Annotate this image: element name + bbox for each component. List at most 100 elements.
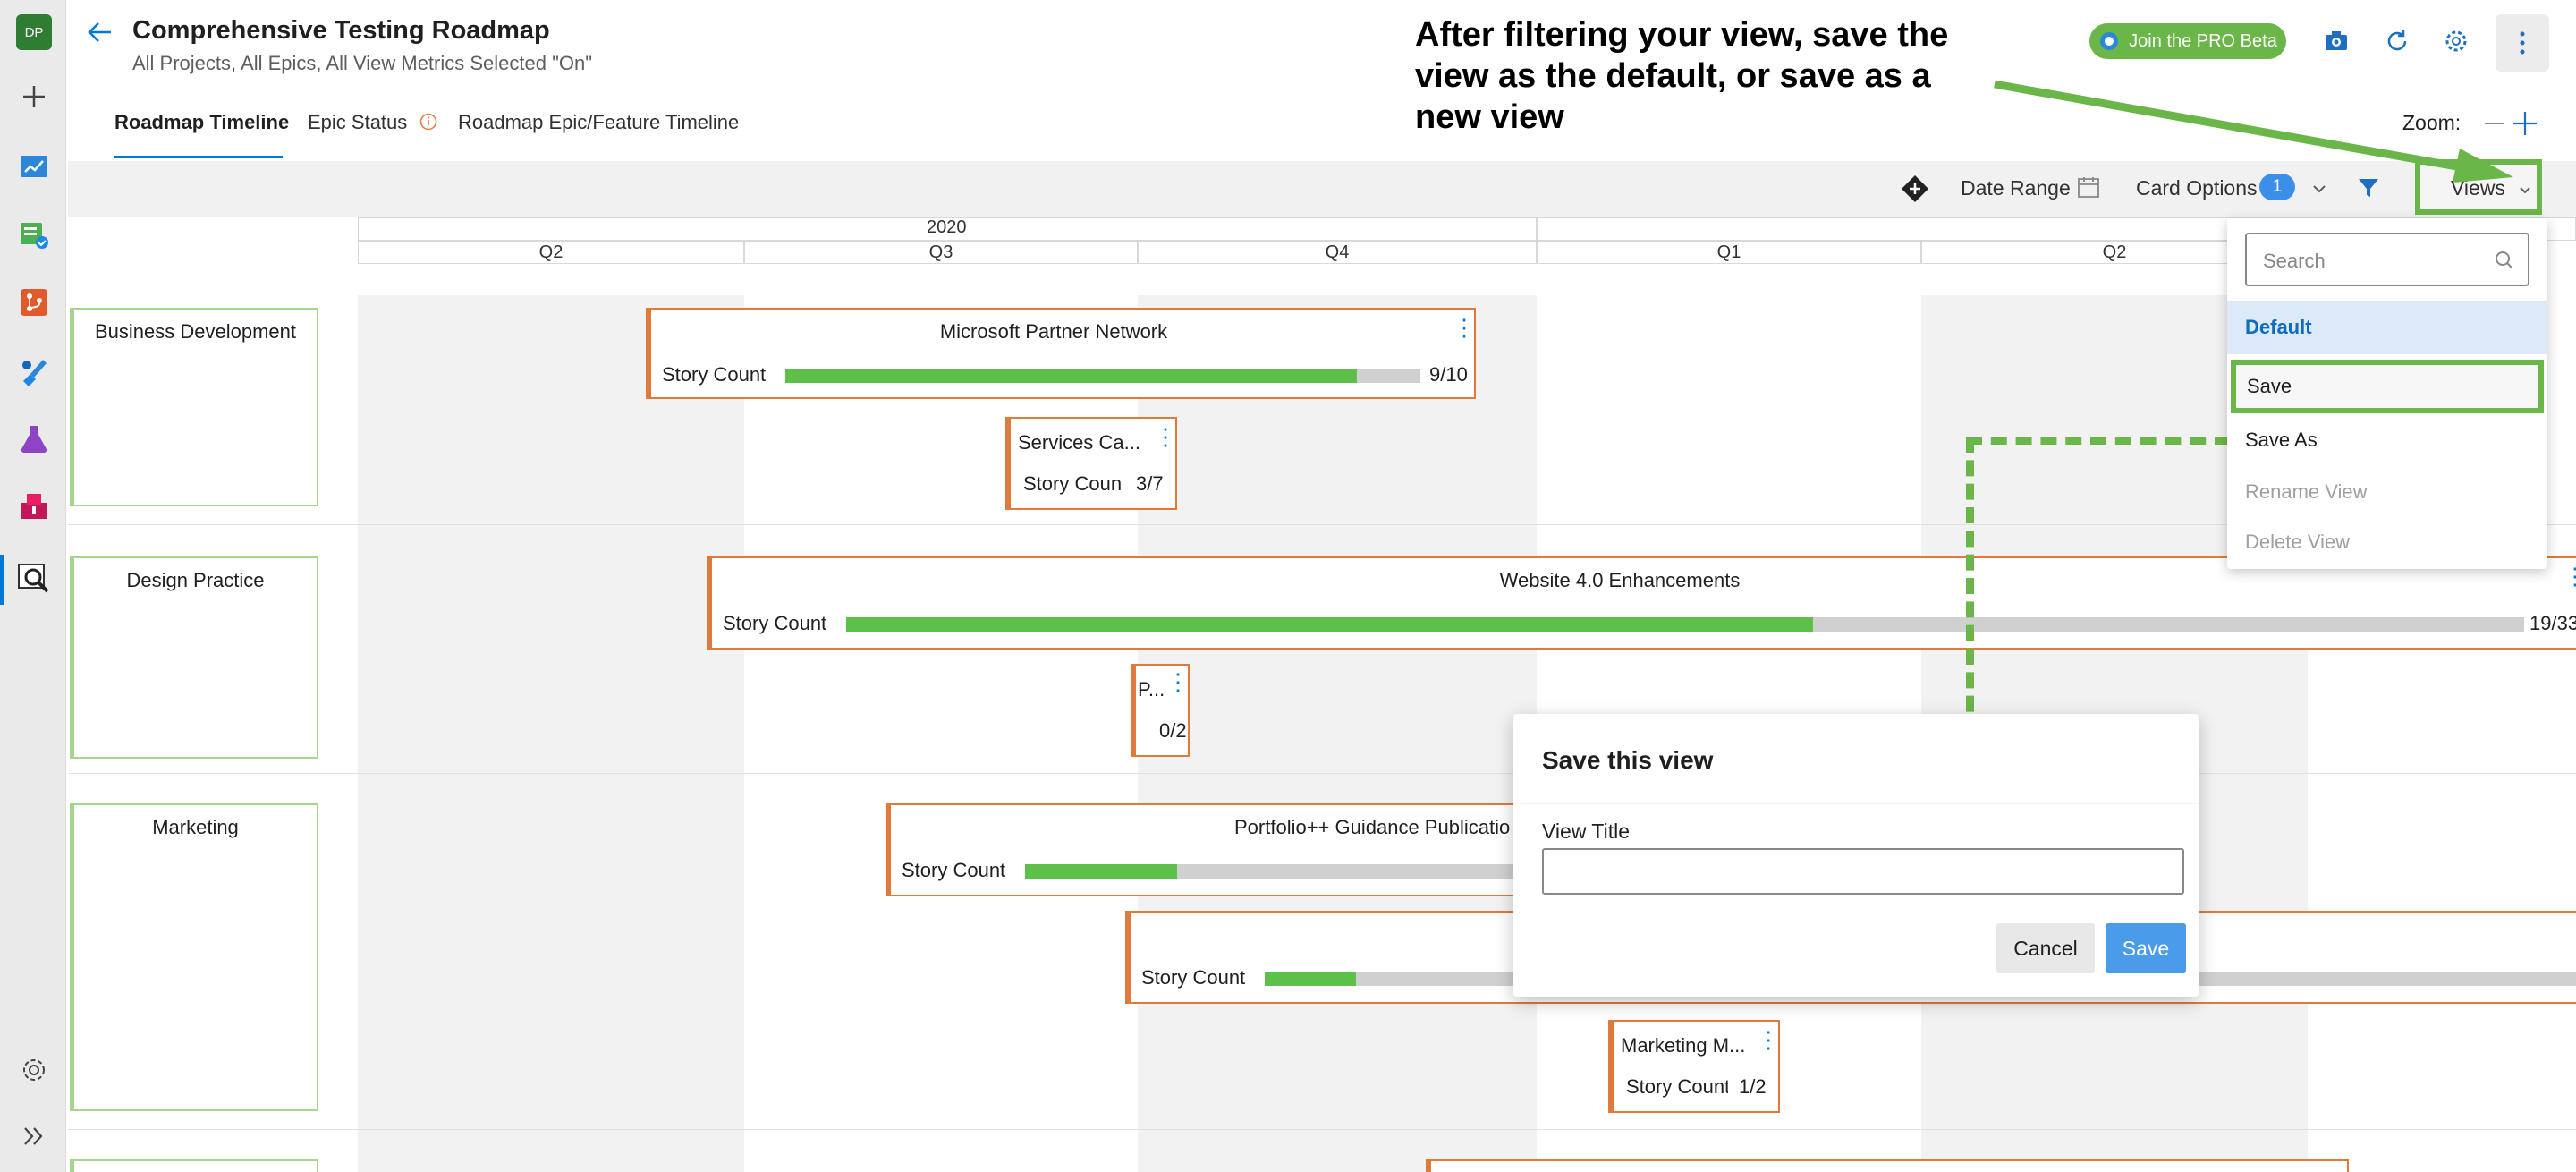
card-menu-icon[interactable]: ⋮ [1166,670,1190,693]
lane-marketing[interactable]: Marketing [70,803,318,1111]
quarter-shade [358,295,744,1172]
pipelines-icon[interactable] [16,352,52,388]
boards-icon[interactable] [16,149,52,184]
card-menu-icon[interactable]: ⋮ [1757,1028,1780,1051]
lane-divider [68,773,2576,774]
year-label: 2020 [927,217,967,237]
progress-bar-fill [1265,972,1356,986]
add-icon[interactable] [16,79,52,115]
epic-card[interactable]: P... ⋮ 0/2 [1131,664,1190,757]
card-metric-label: Story Coun [1023,472,1123,495]
dashed-connector [1966,437,2231,445]
card-metric-label: Story Count [662,363,767,386]
lane-business-development[interactable]: Business Development [70,308,318,506]
views-search-placeholder: Search [2263,250,2326,272]
progress-bar-fill [846,617,1813,632]
camera-icon[interactable] [2318,23,2354,59]
avatar[interactable]: DP [16,14,52,50]
avatar-initials: DP [16,14,52,50]
views-item-delete: Delete View [2245,531,2350,553]
card-metric-label: Story Count [1141,966,1246,989]
quarter-header: Q1 [1537,241,1921,264]
views-search-input[interactable]: Search [2245,233,2529,286]
roadmap-search-icon[interactable] [16,560,52,596]
left-rail: DP [0,0,66,1172]
views-item-rename: Rename View [2245,480,2368,503]
annotation-arrow-icon [1994,80,2513,183]
expand-chevrons-icon[interactable] [16,1118,52,1154]
card-count: 19/33 [2529,612,2576,634]
card-count: 1/2 [1739,1075,1767,1098]
views-dropdown: Search Default Save Save As Rename View … [2227,218,2547,569]
lane-divider [68,1129,2576,1130]
kebab-icon [2520,31,2525,55]
info-icon [420,113,437,131]
card-menu-icon[interactable]: ⋮ [2563,565,2576,588]
card-count: 0/2 [1159,719,1187,742]
epic-card[interactable]: Marketing M... ⋮ Story Count 1/2 [1608,1020,1780,1113]
epic-card[interactable] [1426,1159,2349,1172]
back-arrow-icon[interactable] [86,18,114,47]
card-metric-label: Story Count [723,612,827,634]
tab-epic-status-label: Epic Status [308,111,408,133]
more-options-button[interactable] [2496,14,2549,72]
search-icon [2496,251,2513,269]
save-button[interactable]: Save [2106,923,2186,973]
quarter-header: Q2 [358,241,744,264]
epic-card[interactable]: Website 4.0 Enhancements ⋮ Story Count 1… [707,556,2576,650]
views-item-save-as[interactable]: Save As [2227,413,2547,467]
repos-icon[interactable] [16,285,52,320]
card-title: Website 4.0 Enhancements [1499,569,1741,591]
active-tab-underline [114,156,283,158]
save-view-dialog: Save this view View Title Cancel Save [1513,714,2199,997]
card-title: Microsoft Partner Network [939,320,1168,343]
views-item-default[interactable]: Default [2227,301,2547,354]
rail-active-indicator [0,555,4,605]
tutorial-annotation: After filtering your view, save the view… [1415,16,1949,136]
card-title: Services Ca... [1018,431,1140,454]
lane-divider [68,524,2576,525]
card-menu-icon[interactable]: ⋮ [1154,425,1177,448]
artifacts-icon[interactable] [16,488,52,524]
quarter-header: Q4 [1138,241,1537,264]
tab-roadmap-epic-feature-timeline[interactable]: Roadmap Epic/Feature Timeline [458,111,739,134]
card-metric-label: Story Count [1626,1075,1728,1098]
milestone-diamond-icon[interactable] [1900,174,1930,204]
cancel-button[interactable]: Cancel [1996,923,2095,973]
epic-card[interactable]: Services Ca... ⋮ Story Coun 3/7 [1005,417,1177,510]
page-subtitle: All Projects, All Epics, All View Metric… [132,52,593,74]
card-metric-label: Story Count [902,859,1006,881]
progress-bar-fill [785,369,1357,383]
progress-bar [785,369,1420,383]
test-flask-icon[interactable] [16,420,52,456]
progress-bar-fill [1025,864,1177,879]
card-title: Marketing M... [1621,1034,1746,1057]
view-title-input[interactable] [1542,848,2184,895]
view-title-label: View Title [1542,820,1631,843]
test-plans-check-icon[interactable] [16,217,52,252]
settings-gear-icon[interactable] [2438,23,2474,59]
progress-bar [846,617,2524,632]
tab-epic-status[interactable]: Epic Status [308,111,437,134]
quarter-shade [1138,295,1537,1172]
join-pro-beta-button[interactable]: Join the PRO Beta [2089,23,2286,59]
card-count: 3/7 [1136,472,1164,495]
epic-card[interactable]: Portfolio++ Guidance Publicatio Story Co… [886,803,1526,896]
dialog-title: Save this view [1542,746,1714,774]
card-count: 9/10 [1429,363,1468,386]
lane-design-practice[interactable]: Design Practice [70,556,318,759]
epic-card[interactable]: Microsoft Partner Network ⋮ Story Count … [646,308,1476,399]
dialog-divider [1513,803,2199,804]
views-item-save[interactable]: Save [2231,360,2544,413]
refresh-icon[interactable] [2379,23,2415,59]
settings-gear-icon[interactable] [16,1052,52,1088]
card-menu-icon[interactable]: ⋮ [1453,316,1476,339]
quarter-header: Q3 [744,241,1138,264]
progress-bar [1025,864,1526,879]
tab-roadmap-timeline[interactable]: Roadmap Timeline [114,111,289,134]
dashed-connector [1966,437,1974,735]
card-title: P... [1138,678,1165,701]
join-pro-beta-label: Join the PRO Beta [2129,30,2277,51]
lane-next[interactable] [70,1159,318,1172]
badge-icon [2100,32,2119,50]
